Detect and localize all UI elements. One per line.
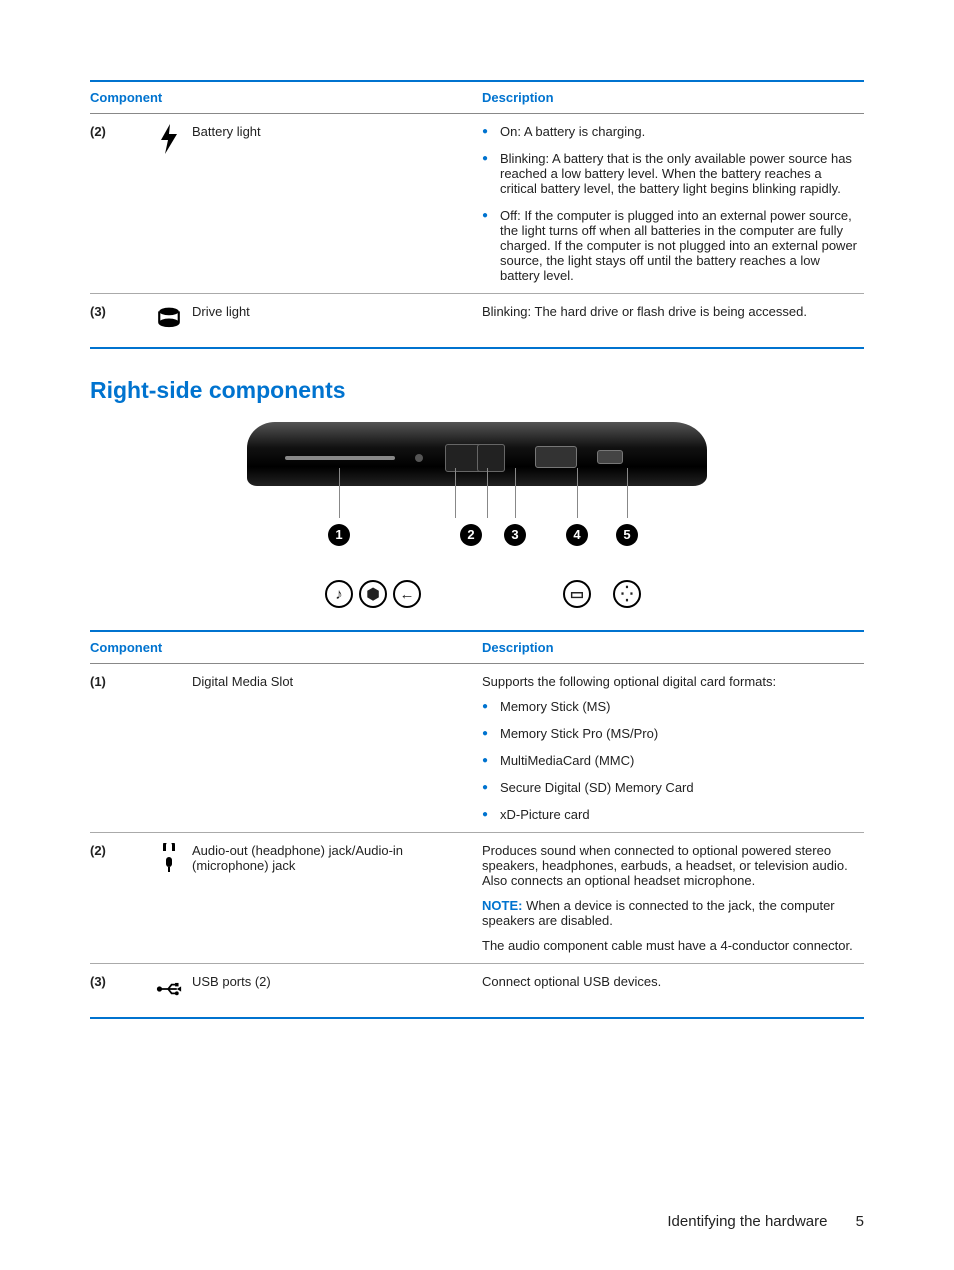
- lights-table: Component Description (2) Battery light …: [90, 80, 864, 349]
- row-desc: Connect optional USB devices.: [482, 964, 864, 1019]
- symbol-row: ♪ ⬢ ▭ ⁛: [247, 576, 707, 612]
- laptop-illustration: [247, 422, 707, 486]
- microphone-icon: ⬢: [359, 580, 387, 608]
- desc-text-2: The audio component cable must have a 4-…: [482, 938, 860, 953]
- battery-light-icon: [150, 114, 192, 294]
- row-name: USB ports (2): [192, 964, 482, 1019]
- callout-badge: 5: [616, 524, 638, 546]
- row-num: (1): [90, 664, 150, 833]
- desc-text: Produces sound when connected to optiona…: [482, 843, 860, 888]
- bullet: MultiMediaCard (MMC): [482, 753, 860, 768]
- row-desc: Blinking: The hard drive or flash drive …: [482, 294, 864, 349]
- note-label: NOTE:: [482, 898, 522, 913]
- bullet: On: A battery is charging.: [482, 124, 860, 139]
- callout-badge: 1: [328, 524, 350, 546]
- usb-icon: [150, 964, 192, 1019]
- audio-jack-icon: [150, 833, 192, 964]
- row-num: (3): [90, 294, 150, 349]
- right-side-table: Component Description (1) Digital Media …: [90, 630, 864, 1019]
- blank-icon: [150, 664, 192, 833]
- header-description: Description: [482, 631, 864, 664]
- header-description: Description: [482, 81, 864, 114]
- note: NOTE: When a device is connected to the …: [482, 898, 860, 928]
- row-num: (3): [90, 964, 150, 1019]
- table-row: (1) Digital Media Slot Supports the foll…: [90, 664, 864, 833]
- row-num: (2): [90, 114, 150, 294]
- row-desc: Supports the following optional digital …: [482, 664, 864, 833]
- row-name: Battery light: [192, 114, 482, 294]
- row-name: Drive light: [192, 294, 482, 349]
- row-desc: On: A battery is charging. Blinking: A b…: [482, 114, 864, 294]
- usb-icon: [393, 580, 421, 608]
- bullet: Secure Digital (SD) Memory Card: [482, 780, 860, 795]
- bullet: Off: If the computer is plugged into an …: [482, 208, 860, 283]
- note-text: When a device is connected to the jack, …: [482, 898, 835, 928]
- table-row: (3) USB ports (2) Connect optional USB d…: [90, 964, 864, 1019]
- desc-intro: Supports the following optional digital …: [482, 674, 860, 689]
- row-name: Audio-out (headphone) jack/Audio-in (mic…: [192, 833, 482, 964]
- page-number: 5: [856, 1213, 864, 1230]
- page-footer: Identifying the hardware 5: [667, 1213, 864, 1230]
- footer-text: Identifying the hardware: [667, 1213, 827, 1230]
- header-component: Component: [90, 631, 482, 664]
- headphone-icon: ♪: [325, 580, 353, 608]
- row-num: (2): [90, 833, 150, 964]
- drive-light-icon: [150, 294, 192, 349]
- row-name: Digital Media Slot: [192, 664, 482, 833]
- table-row: (3) Drive light Blinking: The hard drive…: [90, 294, 864, 349]
- callout-badge: 4: [566, 524, 588, 546]
- bullet: Memory Stick (MS): [482, 699, 860, 714]
- bullet: xD-Picture card: [482, 807, 860, 822]
- monitor-icon: ▭: [563, 580, 591, 608]
- row-desc: Produces sound when connected to optiona…: [482, 833, 864, 964]
- callout-badge: 2: [460, 524, 482, 546]
- bullet: Blinking: A battery that is the only ava…: [482, 151, 860, 196]
- right-side-figure: 1 2 3 4 5 ♪ ⬢ ▭ ⁛: [237, 422, 717, 612]
- callout-badge: 3: [504, 524, 526, 546]
- callout-lines: 1 2 3 4 5: [247, 486, 707, 576]
- table-row: (2) Battery light On: A battery is charg…: [90, 114, 864, 294]
- bullet: Memory Stick Pro (MS/Pro): [482, 726, 860, 741]
- section-heading: Right-side components: [90, 377, 864, 404]
- network-icon: ⁛: [613, 580, 641, 608]
- header-component: Component: [90, 81, 482, 114]
- table-row: (2) Audio-out (headphone) jack/Audio-in …: [90, 833, 864, 964]
